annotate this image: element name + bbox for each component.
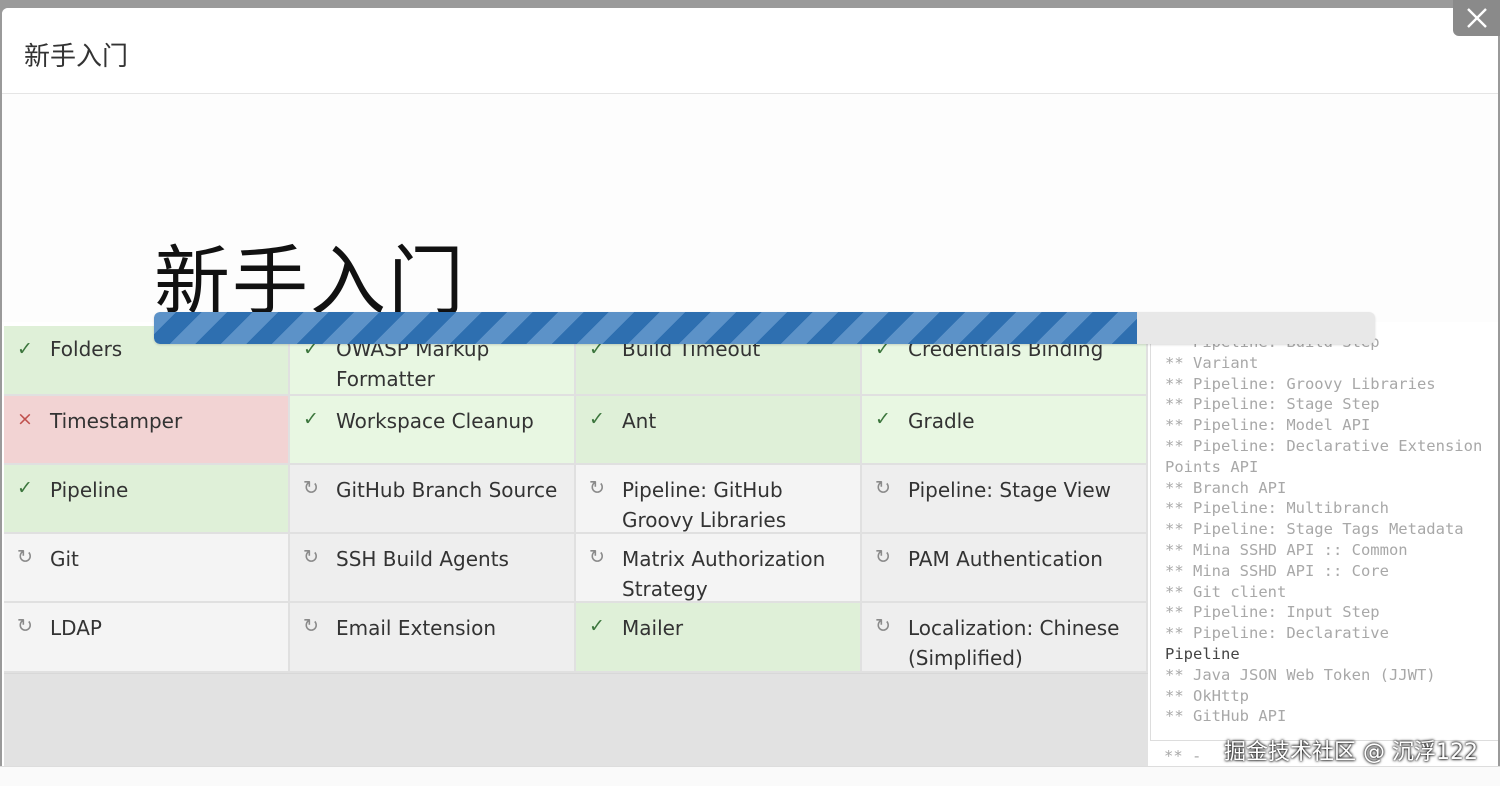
- plugin-label: Folders: [50, 337, 123, 361]
- log-line: ** GitHub API: [1165, 707, 1287, 726]
- plugin-item: ↻ Matrix Authorization Strategy: [576, 534, 862, 603]
- refresh-icon: ↻: [17, 546, 33, 568]
- plugin-item: ↻ PAM Authentication: [862, 534, 1148, 603]
- plugin-label: Gradle: [908, 409, 975, 433]
- plugin-label: Workspace Cleanup: [336, 409, 534, 433]
- plugin-item: ↻ Pipeline: GitHub Groovy Libraries: [576, 465, 862, 534]
- refresh-icon: ↻: [303, 615, 319, 637]
- plugin-label: OWASP Markup Formatter: [336, 337, 490, 391]
- plugin-label: PAM Authentication: [908, 547, 1103, 571]
- check-icon: ✓: [17, 338, 33, 360]
- refresh-icon: ↻: [589, 477, 605, 499]
- plugin-label: Mailer: [622, 616, 684, 640]
- plugin-item: ✓ Pipeline: [4, 465, 290, 534]
- plugin-grid-footer: [4, 674, 1148, 774]
- plugin-label: SSH Build Agents: [336, 547, 509, 571]
- refresh-icon: ↻: [17, 615, 33, 637]
- cross-icon: ×: [17, 408, 33, 430]
- log-line: ** Pipeline: Declarative Extension Point…: [1165, 436, 1492, 476]
- plugin-item: ✓ Workspace Cleanup: [290, 396, 576, 465]
- log-line: ** Mina SSHD API :: Core: [1165, 561, 1389, 580]
- log-line: ** Variant: [1165, 353, 1259, 372]
- plugin-item: ↻ GitHub Branch Source: [290, 465, 576, 534]
- refresh-icon: ↻: [875, 477, 891, 499]
- install-progress-bar: [154, 312, 1375, 344]
- plugin-label: Git: [50, 547, 79, 571]
- log-line: ** Git client: [1165, 582, 1287, 601]
- log-line: ** Pipeline: Groovy Libraries: [1165, 374, 1436, 393]
- log-line: ** Pipeline: Declarative: [1165, 624, 1389, 643]
- log-line: ** Pipeline: Stage Step: [1165, 395, 1380, 414]
- refresh-icon: ↻: [875, 615, 891, 637]
- check-icon: ✓: [17, 477, 33, 499]
- progress-fill: [154, 312, 1137, 344]
- plugin-label: Email Extension: [336, 616, 497, 640]
- bottom-strip: [0, 766, 1500, 786]
- dialog-title: 新手入门: [24, 42, 129, 72]
- plugin-label: Pipeline: Stage View: [908, 478, 1111, 502]
- plugin-label: Pipeline: [50, 478, 129, 502]
- log-line: ** Mina SSHD API :: Common: [1165, 540, 1408, 559]
- refresh-icon: ↻: [875, 546, 891, 568]
- install-log[interactable]: ** Pipeline: Build Step** Variant** Pipe…: [1150, 330, 1498, 740]
- plugin-item: ↻ Localization: Chinese (Simplified): [862, 603, 1148, 673]
- check-icon: ✓: [875, 408, 891, 430]
- log-line: ** Pipeline: Model API: [1165, 416, 1371, 435]
- log-line: ** OkHttp: [1165, 686, 1249, 705]
- plugin-item: ✓ Gradle: [862, 396, 1148, 465]
- plugin-label: Localization: Chinese (Simplified): [908, 616, 1120, 670]
- getting-started-dialog: 新手入门 新手入门 ✓ Folders ✓ OWASP Markup Formatte…: [2, 8, 1498, 786]
- refresh-icon: ↻: [589, 546, 605, 568]
- log-line: ** Pipeline: Stage Tags Metadata: [1165, 520, 1464, 539]
- log-line: ** Java JSON Web Token (JJWT): [1165, 665, 1436, 684]
- plugin-label: Timestamper: [50, 409, 183, 433]
- close-icon: [1466, 8, 1487, 28]
- plugin-grid: ✓ Folders ✓ OWASP Markup Formatter ✓ Build Ti…: [4, 326, 1148, 674]
- plugin-label: Matrix Authorization Strategy: [622, 547, 826, 601]
- log-line: Pipeline: [1165, 644, 1240, 663]
- refresh-icon: ↻: [303, 477, 319, 499]
- check-icon: ✓: [589, 408, 605, 430]
- close-button[interactable]: [1453, 0, 1500, 36]
- watermark: 掘金技术社区 @ 沉浮122: [1224, 740, 1478, 765]
- refresh-icon: ↻: [303, 546, 319, 568]
- dialog-header: 新手入门: [2, 8, 1498, 94]
- log-line: ** Branch API: [1165, 478, 1287, 497]
- plugin-label: Pipeline: GitHub Groovy Libraries: [622, 478, 787, 532]
- plugin-item: ✓ Mailer: [576, 603, 862, 673]
- plugin-item: ↻ LDAP: [4, 603, 290, 673]
- plugin-item: ↻ SSH Build Agents: [290, 534, 576, 603]
- log-line: ** Pipeline: Input Step: [1165, 603, 1380, 622]
- check-icon: ✓: [303, 408, 319, 430]
- plugin-label: GitHub Branch Source: [336, 478, 558, 502]
- plugin-item: ↻ Pipeline: Stage View: [862, 465, 1148, 534]
- log-line: ** Pipeline: Multibranch: [1165, 499, 1389, 518]
- plugin-label: LDAP: [50, 616, 102, 640]
- hero-section: 新手入门: [2, 94, 1498, 326]
- plugin-item: ↻ Email Extension: [290, 603, 576, 673]
- plugin-item: × Timestamper: [4, 396, 290, 465]
- check-icon: ✓: [589, 615, 605, 637]
- plugin-label: Ant: [622, 409, 657, 433]
- plugin-item: ↻ Git: [4, 534, 290, 603]
- plugin-item: ✓ Ant: [576, 396, 862, 465]
